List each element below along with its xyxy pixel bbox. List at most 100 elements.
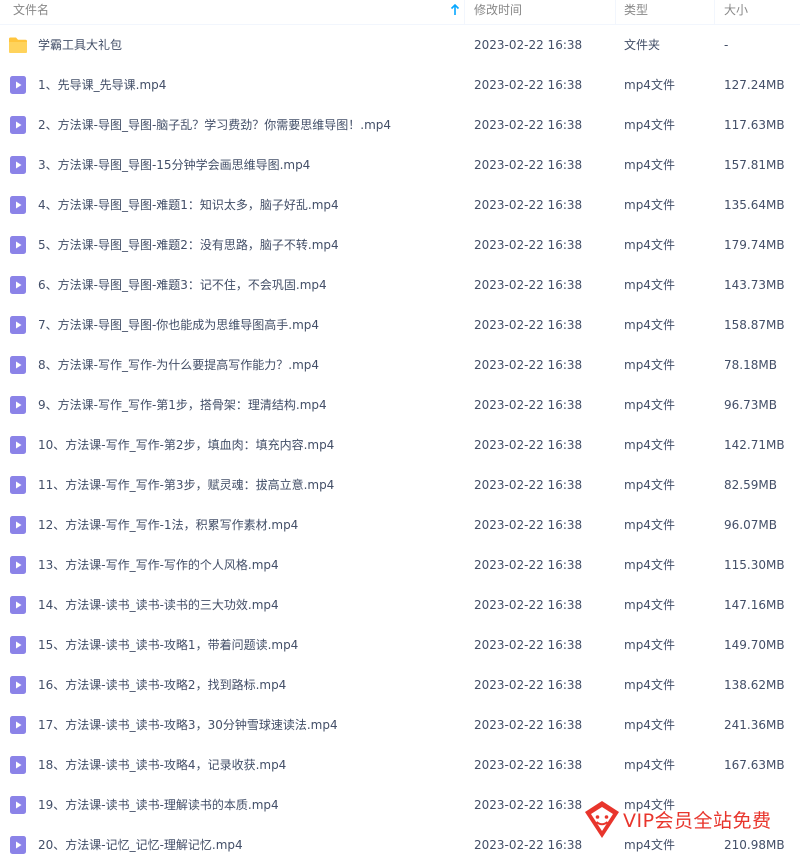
file-row[interactable]: 6、方法课-导图_导图-难题3：记不住，不会巩固.mp4 2023-02-22 1… <box>0 265 800 305</box>
file-size: - <box>724 38 729 52</box>
file-size: 82.59MB <box>724 478 777 492</box>
file-row[interactable]: 1、先导课_先导课.mp4 2023-02-22 16:38 mp4文件 127.24… <box>0 65 800 105</box>
video-icon <box>8 516 28 534</box>
file-row[interactable]: 学霸工具大礼包 2023-02-22 16:38 文件夹 - <box>0 25 800 65</box>
file-size: 241.36MB <box>724 718 785 732</box>
file-size: 149.70MB <box>724 638 785 652</box>
video-icon <box>8 836 28 854</box>
sort-ascending-icon[interactable] <box>450 4 460 16</box>
file-size: 143.73MB <box>724 278 785 292</box>
file-modified-time: 2023-02-22 16:38 <box>474 718 583 732</box>
file-row[interactable]: 5、方法课-导图_导图-难题2：没有思路，脑子不转.mp4 2023-02-22 … <box>0 225 800 265</box>
file-row[interactable]: 16、方法课-读书_读书-攻略2，找到路标.mp4 2023-02-22 16:3… <box>0 665 800 705</box>
watermark: VIP会员全站免费 <box>580 796 790 850</box>
file-modified-time: 2023-02-22 16:38 <box>474 198 583 212</box>
file-name[interactable]: 19、方法课-读书_读书-理解读书的本质.mp4 <box>38 785 279 825</box>
file-row[interactable]: 15、方法课-读书_读书-攻略1，带着问题读.mp4 2023-02-22 16:… <box>0 625 800 665</box>
file-type: mp4文件 <box>624 518 675 532</box>
file-name[interactable]: 20、方法课-记忆_记忆-理解记忆.mp4 <box>38 825 243 863</box>
file-size: 138.62MB <box>724 678 785 692</box>
file-row[interactable]: 8、方法课-写作_写作-为什么要提高写作能力？.mp4 2023-02-22 16… <box>0 345 800 385</box>
file-row[interactable]: 10、方法课-写作_写作-第2步，填血肉：填充内容.mp4 2023-02-22 … <box>0 425 800 465</box>
file-row[interactable]: 3、方法课-导图_导图-15分钟学会画思维导图.mp4 2023-02-22 16… <box>0 145 800 185</box>
video-icon <box>8 556 28 574</box>
file-name[interactable]: 3、方法课-导图_导图-15分钟学会画思维导图.mp4 <box>38 145 310 185</box>
file-type: mp4文件 <box>624 78 675 92</box>
video-icon <box>8 596 28 614</box>
video-icon <box>8 436 28 454</box>
file-size: 157.81MB <box>724 158 785 172</box>
file-size: 179.74MB <box>724 238 785 252</box>
file-name[interactable]: 7、方法课-导图_导图-你也能成为思维导图高手.mp4 <box>38 305 319 345</box>
column-header-size-label: 大小 <box>724 3 749 17</box>
file-name[interactable]: 学霸工具大礼包 <box>38 25 122 65</box>
file-modified-time: 2023-02-22 16:38 <box>474 318 583 332</box>
scrollbar-track[interactable] <box>780 25 800 863</box>
file-name[interactable]: 10、方法课-写作_写作-第2步，填血肉：填充内容.mp4 <box>38 425 334 465</box>
file-size: 147.16MB <box>724 598 785 612</box>
file-size: 158.87MB <box>724 318 785 332</box>
file-type: mp4文件 <box>624 678 675 692</box>
file-name[interactable]: 17、方法课-读书_读书-攻略3，30分钟雪球速读法.mp4 <box>38 705 338 745</box>
video-icon <box>8 756 28 774</box>
file-row[interactable]: 11、方法课-写作_写作-第3步，赋灵魂：拔高立意.mp4 2023-02-22 … <box>0 465 800 505</box>
video-icon <box>8 156 28 174</box>
file-type: mp4文件 <box>624 358 675 372</box>
file-name[interactable]: 12、方法课-写作_写作-1法，积累写作素材.mp4 <box>38 505 298 545</box>
file-row[interactable]: 7、方法课-导图_导图-你也能成为思维导图高手.mp4 2023-02-22 16… <box>0 305 800 345</box>
file-size: 167.63MB <box>724 758 785 772</box>
file-size: 127.24MB <box>724 78 785 92</box>
file-type: mp4文件 <box>624 758 675 772</box>
file-name[interactable]: 16、方法课-读书_读书-攻略2，找到路标.mp4 <box>38 665 286 705</box>
file-row[interactable]: 2、方法课-导图_导图-脑子乱？学习费劲？你需要思维导图！.mp4 2023-02… <box>0 105 800 145</box>
file-name[interactable]: 9、方法课-写作_写作-第1步，搭骨架：理清结构.mp4 <box>38 385 327 425</box>
file-name[interactable]: 1、先导课_先导课.mp4 <box>38 65 166 105</box>
file-row[interactable]: 12、方法课-写作_写作-1法，积累写作素材.mp4 2023-02-22 16:… <box>0 505 800 545</box>
file-size: 96.07MB <box>724 518 777 532</box>
file-row[interactable]: 17、方法课-读书_读书-攻略3，30分钟雪球速读法.mp4 2023-02-22… <box>0 705 800 745</box>
video-icon <box>8 476 28 494</box>
column-header-modified[interactable]: 修改时间 <box>465 0 616 25</box>
file-name[interactable]: 8、方法课-写作_写作-为什么要提高写作能力？.mp4 <box>38 345 319 385</box>
file-name[interactable]: 13、方法课-写作_写作-写作的个人风格.mp4 <box>38 545 279 585</box>
file-row[interactable]: 9、方法课-写作_写作-第1步，搭骨架：理清结构.mp4 2023-02-22 1… <box>0 385 800 425</box>
scrollbar[interactable] <box>780 25 800 863</box>
file-type: mp4文件 <box>624 558 675 572</box>
file-name[interactable]: 2、方法课-导图_导图-脑子乱？学习费劲？你需要思维导图！.mp4 <box>38 105 391 145</box>
file-name[interactable]: 18、方法课-读书_读书-攻略4，记录收获.mp4 <box>38 745 286 785</box>
file-size: 142.71MB <box>724 438 785 452</box>
column-header-size[interactable]: 大小 <box>715 0 800 25</box>
file-name[interactable]: 15、方法课-读书_读书-攻略1，带着问题读.mp4 <box>38 625 298 665</box>
video-icon <box>8 716 28 734</box>
file-modified-time: 2023-02-22 16:38 <box>474 158 583 172</box>
file-modified-time: 2023-02-22 16:38 <box>474 838 583 852</box>
file-size: 115.30MB <box>724 558 785 572</box>
file-type: mp4文件 <box>624 278 675 292</box>
file-type: mp4文件 <box>624 718 675 732</box>
file-type: mp4文件 <box>624 198 675 212</box>
file-modified-time: 2023-02-22 16:38 <box>474 518 583 532</box>
file-modified-time: 2023-02-22 16:38 <box>474 678 583 692</box>
file-name[interactable]: 5、方法课-导图_导图-难题2：没有思路，脑子不转.mp4 <box>38 225 339 265</box>
video-icon <box>8 676 28 694</box>
file-row[interactable]: 13、方法课-写作_写作-写作的个人风格.mp4 2023-02-22 16:38… <box>0 545 800 585</box>
file-type: mp4文件 <box>624 638 675 652</box>
file-row[interactable]: 18、方法课-读书_读书-攻略4，记录收获.mp4 2023-02-22 16:3… <box>0 745 800 785</box>
file-type: mp4文件 <box>624 118 675 132</box>
file-modified-time: 2023-02-22 16:38 <box>474 278 583 292</box>
file-modified-time: 2023-02-22 16:38 <box>474 798 583 812</box>
file-name[interactable]: 11、方法课-写作_写作-第3步，赋灵魂：拔高立意.mp4 <box>38 465 334 505</box>
file-size: 78.18MB <box>724 358 777 372</box>
file-name[interactable]: 14、方法课-读书_读书-读书的三大功效.mp4 <box>38 585 279 625</box>
video-icon <box>8 636 28 654</box>
column-header-type[interactable]: 类型 <box>616 0 715 25</box>
file-row[interactable]: 14、方法课-读书_读书-读书的三大功效.mp4 2023-02-22 16:38… <box>0 585 800 625</box>
file-type: mp4文件 <box>624 238 675 252</box>
file-modified-time: 2023-02-22 16:38 <box>474 38 583 52</box>
folder-icon <box>8 36 28 54</box>
file-type: 文件夹 <box>624 38 661 52</box>
column-header-name[interactable]: 文件名 <box>0 0 465 25</box>
file-name[interactable]: 4、方法课-导图_导图-难题1：知识太多，脑子好乱.mp4 <box>38 185 339 225</box>
file-name[interactable]: 6、方法课-导图_导图-难题3：记不住，不会巩固.mp4 <box>38 265 327 305</box>
file-row[interactable]: 4、方法课-导图_导图-难题1：知识太多，脑子好乱.mp4 2023-02-22 … <box>0 185 800 225</box>
